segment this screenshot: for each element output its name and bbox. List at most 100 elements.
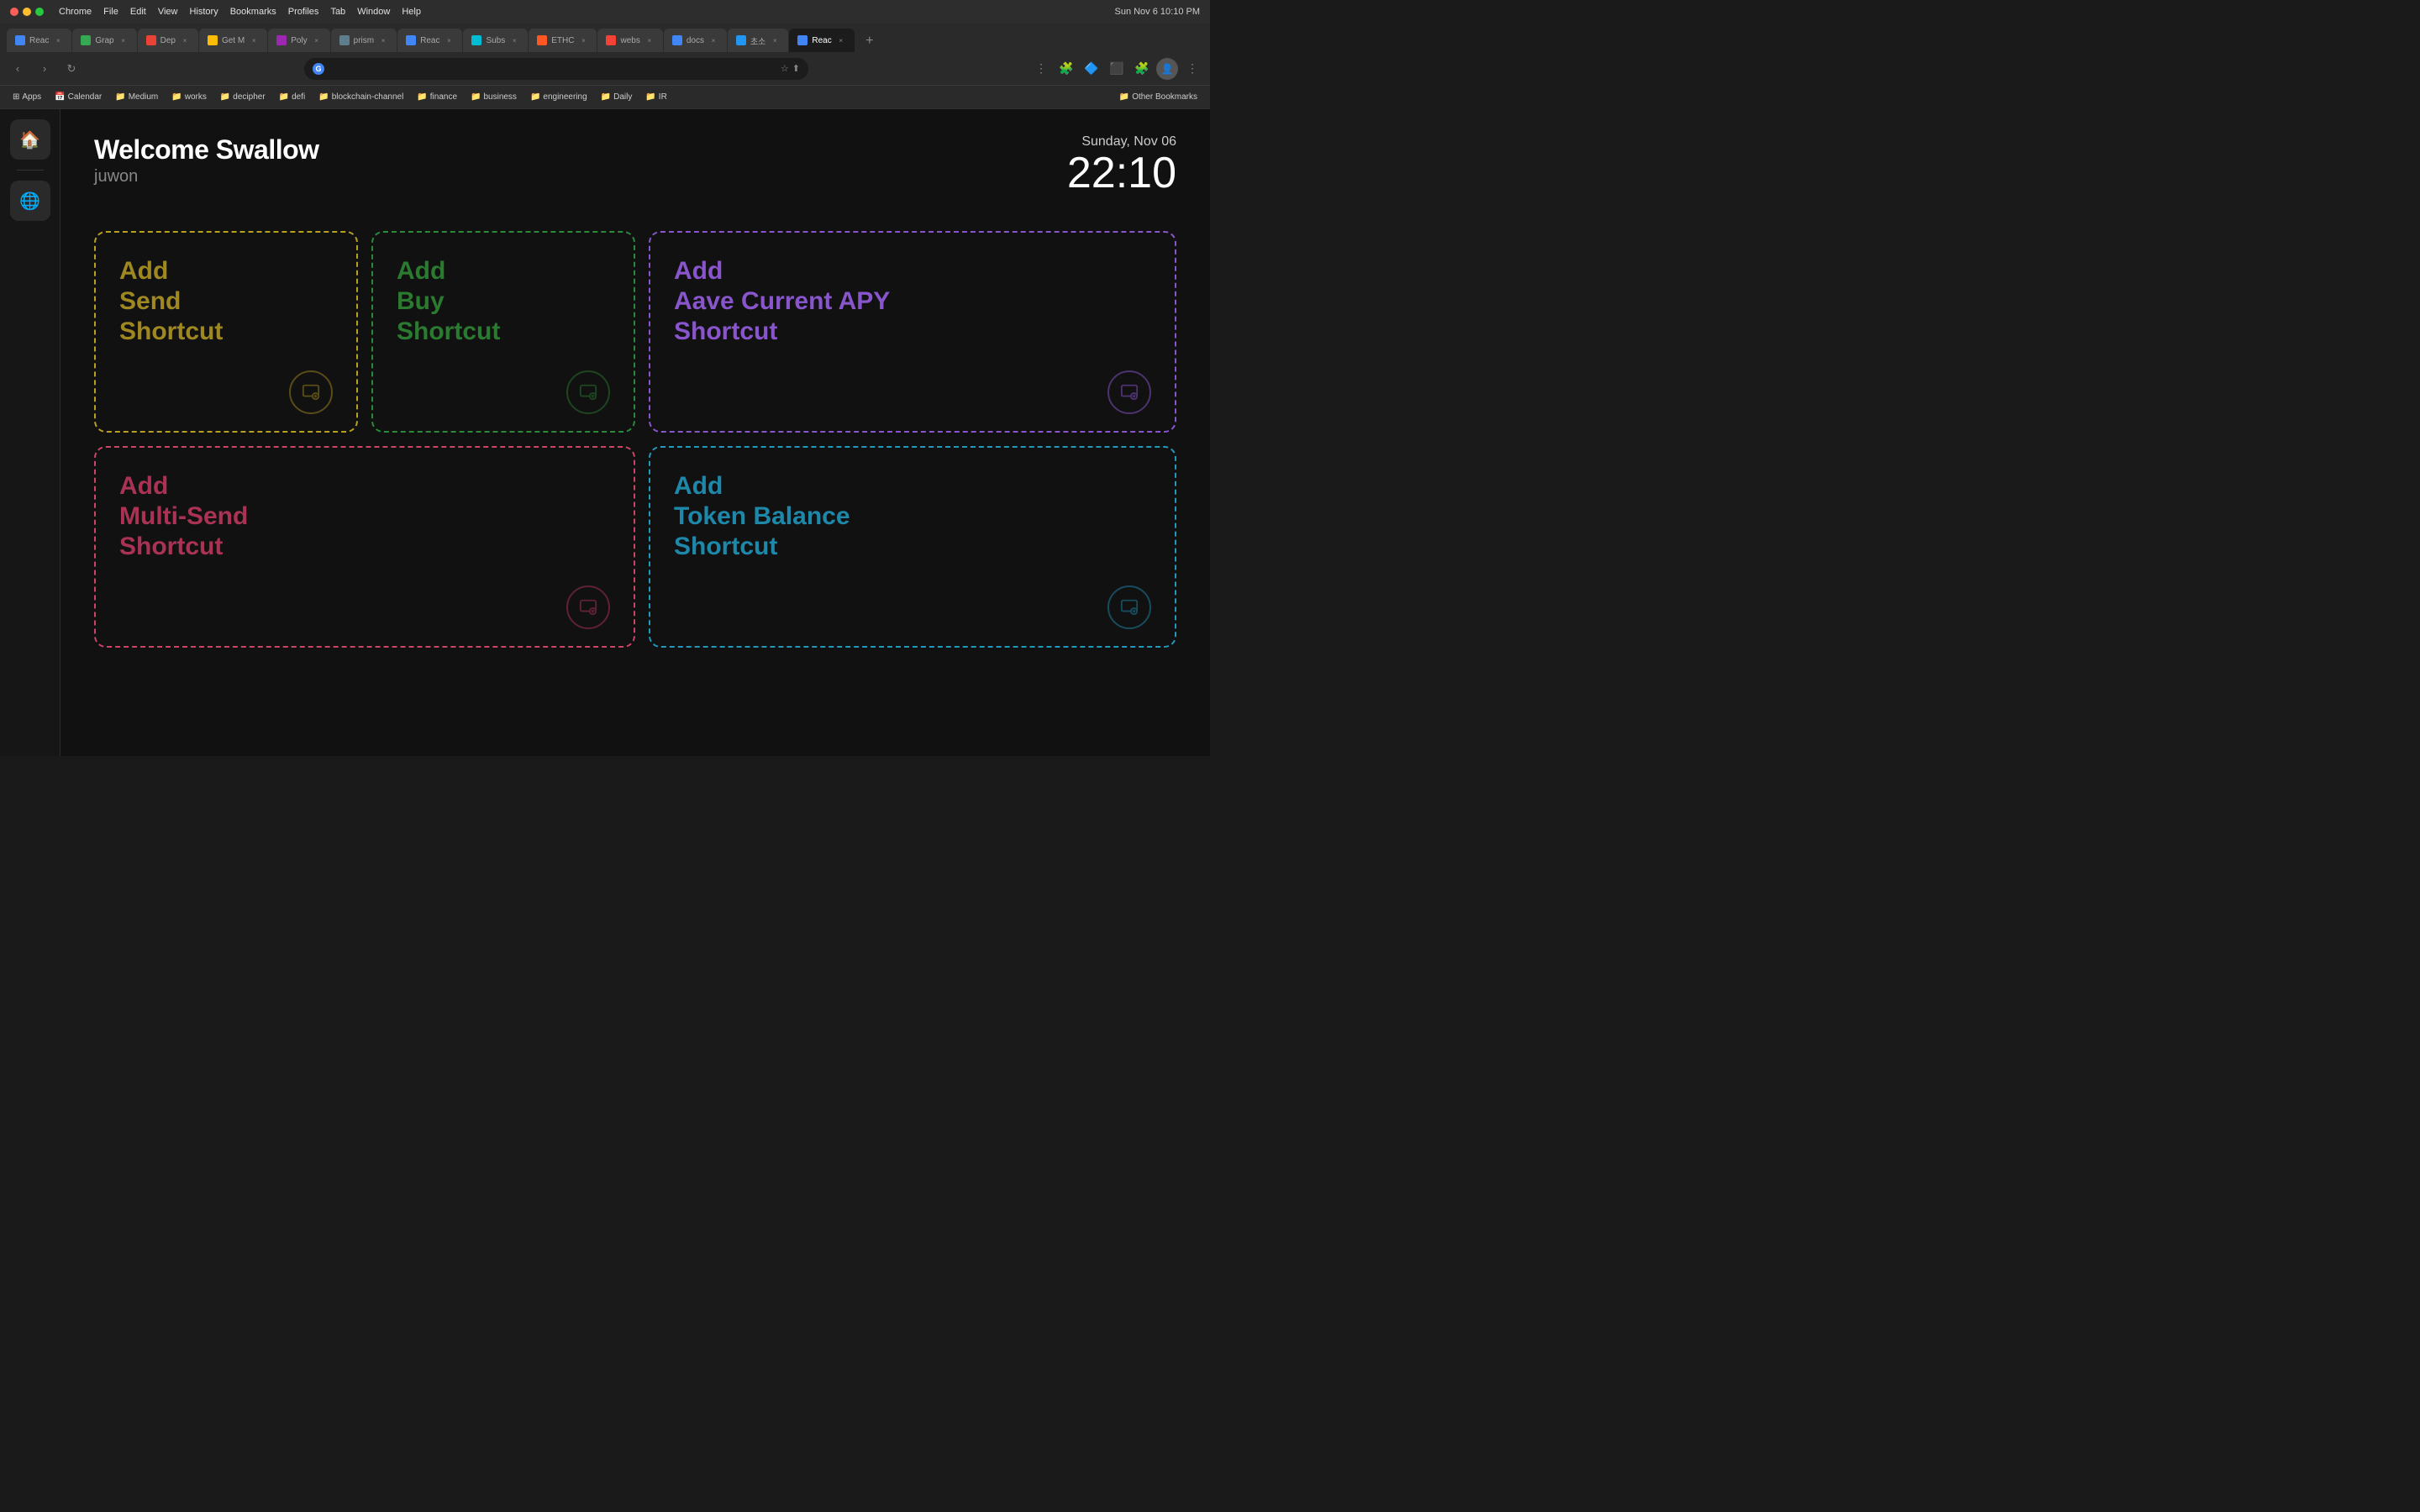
tab-close[interactable]: × — [249, 35, 259, 45]
bookmark-business[interactable]: 📁 business — [465, 88, 523, 107]
tab-favicon — [537, 35, 547, 45]
bookmark-calendar[interactable]: 📅 Calendar — [49, 88, 108, 107]
folder-icon: 📁 — [220, 92, 230, 102]
minimize-button[interactable] — [23, 8, 31, 16]
bookmark-daily[interactable]: 📁 Daily — [595, 88, 639, 107]
menu-profiles[interactable]: Profiles — [288, 7, 319, 17]
tab-close[interactable]: × — [708, 35, 718, 45]
bookmark-ir[interactable]: 📁 IR — [639, 88, 672, 107]
tab-prism[interactable]: prism × — [331, 29, 397, 52]
tab-react-active[interactable]: Reac × — [789, 29, 854, 52]
forward-button[interactable]: › — [34, 58, 55, 80]
extension-icon-2[interactable]: 🧩 — [1055, 58, 1077, 80]
back-button[interactable]: ‹ — [7, 58, 29, 80]
tab-close[interactable]: × — [770, 35, 780, 45]
tab-docs[interactable]: docs × — [664, 29, 727, 52]
shortcut-card-multisend[interactable]: AddMulti-SendShortcut — [94, 446, 635, 648]
tab-favicon — [406, 35, 416, 45]
tab-react-2[interactable]: Reac × — [397, 29, 462, 52]
bookmark-decipher[interactable]: 📁 decipher — [214, 88, 271, 107]
date-display: Sunday, Nov 06 — [1067, 134, 1176, 150]
time-display: 22:10 — [1067, 150, 1176, 197]
site-favicon: G — [313, 63, 324, 75]
bookmark-defi[interactable]: 📁 defi — [273, 88, 312, 107]
extension-icon-4[interactable]: ⬛ — [1106, 58, 1128, 80]
new-tab-button[interactable]: + — [859, 30, 881, 52]
shortcut-card-token[interactable]: AddToken BalanceShortcut — [649, 446, 1176, 648]
sidebar-divider — [17, 170, 44, 171]
url-bar[interactable]: G ☆ ⬆ — [304, 58, 808, 80]
menu-help[interactable]: Help — [402, 7, 421, 17]
close-button[interactable] — [10, 8, 18, 16]
shortcut-title-buy: AddBuyShortcut — [397, 256, 610, 347]
extension-icon-1[interactable]: ⋮ — [1030, 58, 1052, 80]
tabs-bar: Reac × Grap × Dep × Get M × Poly × prism… — [0, 24, 1210, 52]
tab-graph[interactable]: Grap × — [72, 29, 136, 52]
menu-history[interactable]: History — [189, 7, 218, 17]
apps-icon: ⊞ — [13, 92, 19, 102]
maximize-button[interactable] — [35, 8, 44, 16]
tab-close[interactable]: × — [378, 35, 388, 45]
tab-react-1[interactable]: Reac × — [7, 29, 71, 52]
bookmark-other[interactable]: 📁 Other Bookmarks — [1113, 88, 1203, 107]
tab-label: ETHC — [551, 36, 574, 45]
bookmark-ir-label: IR — [659, 92, 667, 102]
profile-avatar[interactable]: 👤 — [1156, 58, 1178, 80]
menu-file[interactable]: File — [103, 7, 118, 17]
tab-ethc[interactable]: ETHC × — [529, 29, 597, 52]
bookmark-works[interactable]: 📁 works — [166, 88, 213, 107]
tab-label: Reac — [420, 36, 439, 45]
tab-close[interactable]: × — [444, 35, 454, 45]
tab-subs[interactable]: Subs × — [463, 29, 528, 52]
tab-close[interactable]: × — [53, 35, 63, 45]
menu-bookmarks[interactable]: Bookmarks — [230, 7, 276, 17]
tab-favicon — [471, 35, 481, 45]
bookmark-engineering[interactable]: 📁 engineering — [524, 88, 593, 107]
bookmark-star-icon[interactable]: ☆ — [781, 63, 789, 74]
tab-deploy[interactable]: Dep × — [138, 29, 198, 52]
extension-icon-5[interactable]: 🧩 — [1131, 58, 1153, 80]
tab-close[interactable]: × — [644, 35, 655, 45]
tab-close[interactable]: × — [312, 35, 322, 45]
omnibar: ‹ › ↻ G ☆ ⬆ ⋮ 🧩 🔷 ⬛ 🧩 👤 ⋮ — [0, 52, 1210, 86]
shortcuts-grid: AddSendShortcut AddBuyShortcut — [94, 231, 1176, 648]
bookmark-finance[interactable]: 📁 finance — [411, 88, 463, 107]
shortcut-icon-multisend — [119, 585, 610, 629]
main-content: 🏠 🌐 Welcome Swallow juwon Sunday, Nov 06… — [0, 109, 1210, 756]
tab-close[interactable]: × — [509, 35, 519, 45]
shortcut-card-send[interactable]: AddSendShortcut — [94, 231, 358, 433]
bookmark-medium-label: Medium — [129, 92, 159, 102]
shortcut-icon-buy — [397, 370, 610, 414]
tab-webs[interactable]: webs × — [597, 29, 662, 52]
menu-chrome[interactable]: Chrome — [59, 7, 92, 17]
menu-dots[interactable]: ⋮ — [1181, 58, 1203, 80]
bookmark-medium[interactable]: 📁 Medium — [109, 88, 164, 107]
folder-icon: 📁 — [645, 92, 655, 102]
extension-icon-3[interactable]: 🔷 — [1081, 58, 1102, 80]
share-icon[interactable]: ⬆ — [792, 63, 800, 74]
tab-close[interactable]: × — [578, 35, 588, 45]
tab-close[interactable]: × — [836, 35, 846, 45]
shortcut-icon-send — [119, 370, 333, 414]
bookmark-apps[interactable]: ⊞ Apps — [7, 88, 47, 107]
tab-favicon — [81, 35, 91, 45]
tab-label: webs — [620, 36, 639, 45]
tab-choso[interactable]: 초소 × — [728, 29, 788, 52]
tab-poly[interactable]: Poly × — [268, 29, 329, 52]
tab-get[interactable]: Get M × — [199, 29, 267, 52]
tab-label: docs — [687, 36, 704, 45]
bookmark-works-label: works — [185, 92, 207, 102]
menu-view[interactable]: View — [158, 7, 178, 17]
menu-edit[interactable]: Edit — [130, 7, 146, 17]
tab-close[interactable]: × — [180, 35, 190, 45]
reload-button[interactable]: ↻ — [60, 58, 82, 80]
tab-close[interactable]: × — [118, 35, 129, 45]
menu-tab[interactable]: Tab — [330, 7, 345, 17]
bookmark-other-label: Other Bookmarks — [1132, 92, 1197, 102]
sidebar-globe-button[interactable]: 🌐 — [10, 181, 50, 221]
sidebar-home-button[interactable]: 🏠 — [10, 119, 50, 160]
bookmark-blockchain[interactable]: 📁 blockchain-channel — [313, 88, 409, 107]
menu-window[interactable]: Window — [357, 7, 390, 17]
shortcut-card-aave[interactable]: AddAave Current APYShortcut — [649, 231, 1176, 433]
shortcut-card-buy[interactable]: AddBuyShortcut — [371, 231, 635, 433]
